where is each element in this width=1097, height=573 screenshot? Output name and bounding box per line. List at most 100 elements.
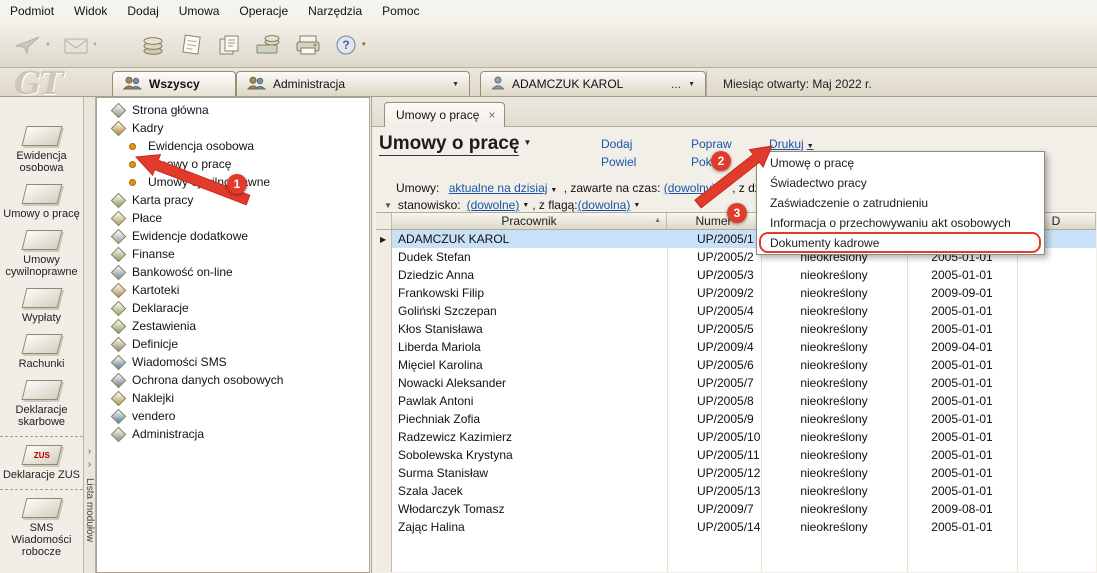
module-umowy-cywilnoprawne[interactable]: Umowy cywilnoprawne (0, 225, 83, 283)
menu-podmiot[interactable]: Podmiot (0, 4, 64, 18)
modules-strip-label[interactable]: Lista modułów (84, 478, 95, 542)
tree-item-strona-glowna[interactable]: Strona główna (97, 101, 369, 119)
module-wyplaty[interactable]: Wypłaty (0, 283, 83, 329)
menu-item-zaswiadczenie-o-zatrudnieniu[interactable]: Zaświadczenie o zatrudnieniu (757, 193, 1044, 213)
column-header-pracownik[interactable]: Pracownik▲ (392, 213, 667, 229)
copy-icon[interactable] (216, 33, 242, 57)
print-icon[interactable] (294, 33, 322, 57)
table-row[interactable]: Surma StanisławUP/2005/12nieokreślony200… (392, 464, 1096, 482)
table-row[interactable]: Pawlak AntoniUP/2005/8nieokreślony2005-0… (392, 392, 1096, 410)
tab-employee-adamczuk-karol[interactable]: ADAMCZUK KAROL ... ▼ (480, 71, 706, 96)
action-dodaj-link[interactable]: Dodaj (601, 137, 632, 151)
employee-more-button[interactable]: ... (671, 77, 681, 91)
filter-stanowisko-link[interactable]: (dowolne) (467, 198, 520, 212)
table-row[interactable]: Radzewicz KazimierzUP/2005/10nieokreślon… (392, 428, 1096, 446)
tree-item-deklaracje[interactable]: Deklaracje (97, 299, 369, 317)
tree-item-ewidencje-dodatkowe[interactable]: Ewidencje dodatkowe (97, 227, 369, 245)
menu-item-dokumenty-kadrowe[interactable]: Dokumenty kadrowe (757, 233, 1044, 253)
menu-pomoc[interactable]: Pomoc (372, 4, 429, 18)
open-month-label: Miesiąc otwarty: Maj 2022 r. (706, 71, 1097, 96)
filter-funnel-icon[interactable]: ▼ (384, 201, 392, 210)
chevron-right-icon[interactable]: › (88, 445, 91, 458)
doc-tab-umowy-o-prace[interactable]: Umowy o pracę × (384, 102, 505, 127)
module-deklaracje-zus[interactable]: ZUSDeklaracje ZUS (0, 436, 83, 486)
vendero-icon (111, 408, 127, 424)
note-icon[interactable] (178, 33, 204, 57)
module-rachunki[interactable]: Rachunki (0, 329, 83, 375)
module-ewidencja-osobowa[interactable]: Ewidencja osobowa (0, 121, 83, 179)
module-umowy-o-prace[interactable]: Umowy o pracę (0, 179, 83, 225)
page-title[interactable]: Umowy o pracę▼ (379, 133, 531, 155)
filter-flaga-link[interactable]: (dowolna) (578, 198, 631, 212)
menu-widok[interactable]: Widok (64, 4, 117, 18)
menu-operacje[interactable]: Operacje (229, 4, 298, 18)
tab-wszyscy[interactable]: Wszyscy (112, 71, 236, 96)
chevron-down-icon[interactable]: ▼ (719, 187, 726, 194)
table-row[interactable]: Mięciel KarolinaUP/2005/6nieokreślony200… (392, 356, 1096, 374)
tree-item-karta-pracy[interactable]: Karta pracy (97, 191, 369, 209)
table-row[interactable]: Włodarczyk TomaszUP/2009/7nieokreślony20… (392, 500, 1096, 518)
action-drukuj-link[interactable]: Drukuj▼ (769, 137, 817, 151)
close-icon[interactable]: × (488, 109, 495, 121)
menu-umowa[interactable]: Umowa (169, 4, 230, 18)
module-label: Ewidencja osobowa (2, 150, 81, 174)
tree-item-bankowosc-on-line[interactable]: Bankowość on-line (97, 263, 369, 281)
table-row[interactable]: Nowacki AleksanderUP/2005/7nieokreślony2… (392, 374, 1096, 392)
table-row[interactable]: Liberda MariolaUP/2009/4nieokreślony2009… (392, 338, 1096, 356)
table-row[interactable]: Zając HalinaUP/2005/14nieokreślony2005-0… (392, 518, 1096, 536)
tree-item-kadry[interactable]: Kadry (97, 119, 369, 137)
chevron-down-icon[interactable]: ▼ (633, 202, 640, 209)
chevron-down-icon[interactable]: ▼ (688, 81, 695, 88)
module-sms-wiadomosci-robocze[interactable]: SMS Wiadomości robocze (0, 489, 83, 563)
svg-text:?: ? (342, 38, 349, 52)
coins-icon[interactable] (140, 33, 166, 57)
home-icon (111, 102, 127, 118)
tree-item-umowy-o-prace[interactable]: Umowy o pracę (97, 155, 369, 173)
menu-item-swiadectwo-pracy[interactable]: Świadectwo pracy (757, 173, 1044, 193)
filter-aktualne-link[interactable]: aktualne na dzisiaj (449, 181, 548, 195)
menu-narzedzia[interactable]: Narzędzia (298, 4, 372, 18)
table-row[interactable]: Sobolewska KrystynaUP/2005/11nieokreślon… (392, 446, 1096, 464)
module-deklaracje-skarbowe[interactable]: Deklaracje skarbowe (0, 375, 83, 433)
menu-dodaj[interactable]: Dodaj (117, 4, 168, 18)
cash-icon[interactable] (254, 33, 282, 57)
cell-name: Włodarczyk Tomasz (392, 500, 667, 518)
filter-row-contracts: Umowy: aktualne na dzisiaj▼ , zawarte na… (396, 181, 763, 195)
tree-item-ochrona-danych-osobowych[interactable]: Ochrona danych osobowych (97, 371, 369, 389)
dropdown-arrow-icon: ▼ (92, 42, 98, 48)
tree-item-kartoteki[interactable]: Kartoteki (97, 281, 369, 299)
action-popraw-link[interactable]: Popraw (691, 137, 732, 151)
tab-administracja[interactable]: Administracja ▼ (236, 71, 470, 96)
tree-item-naklejki[interactable]: Naklejki (97, 389, 369, 407)
table-row[interactable]: Dziedzic AnnaUP/2005/3nieokreślony2005-0… (392, 266, 1096, 284)
tree-item-wiadomosci-sms[interactable]: Wiadomości SMS (97, 353, 369, 371)
send-icon[interactable]: ▼ (14, 34, 51, 56)
table-row[interactable]: Goliński SzczepanUP/2005/4nieokreślony20… (392, 302, 1096, 320)
table-row[interactable]: Kłos StanisławaUP/2005/5nieokreślony2005… (392, 320, 1096, 338)
menu-item-informacja-o-przechowywaniu-akt-osobowych[interactable]: Informacja o przechowywaniu akt osobowyc… (757, 213, 1044, 233)
table-row[interactable]: Frankowski FilipUP/2009/2nieokreślony200… (392, 284, 1096, 302)
cell-name: Dudek Stefan (392, 248, 667, 266)
filter-czas-link[interactable]: (dowolny) (664, 181, 716, 195)
tree-item-ewidencja-osobowa[interactable]: Ewidencja osobowa (97, 137, 369, 155)
chevron-down-icon[interactable]: ▼ (452, 81, 459, 88)
chevron-down-icon[interactable]: ▼ (550, 187, 557, 194)
help-icon[interactable]: ?▼ (334, 33, 367, 57)
cell-okres: nieokreślony (761, 320, 907, 338)
table-row[interactable]: Piechniak ZofiaUP/2005/9nieokreślony2005… (392, 410, 1096, 428)
cell-extra (1017, 428, 1096, 446)
action-powiel-link[interactable]: Powiel (601, 155, 636, 169)
tree-item-administracja[interactable]: Administracja (97, 425, 369, 443)
table-row[interactable]: Szala JacekUP/2005/13nieokreślony2005-01… (392, 482, 1096, 500)
chevron-right-icon[interactable]: › (88, 458, 91, 471)
menu-item-umowe-o-prace[interactable]: Umowę o pracę (757, 153, 1044, 173)
tree-item-finanse[interactable]: Finanse (97, 245, 369, 263)
tree-item-label: Ewidencja osobowa (148, 139, 254, 153)
tree-item-vendero[interactable]: vendero (97, 407, 369, 425)
column-header-numer[interactable]: Numer (667, 213, 761, 229)
tree-item-place[interactable]: Płace (97, 209, 369, 227)
chevron-down-icon[interactable]: ▼ (522, 202, 529, 209)
mail-icon[interactable]: ▼ (63, 35, 98, 55)
tree-item-zestawienia[interactable]: Zestawienia (97, 317, 369, 335)
tree-item-definicje[interactable]: Definicje (97, 335, 369, 353)
